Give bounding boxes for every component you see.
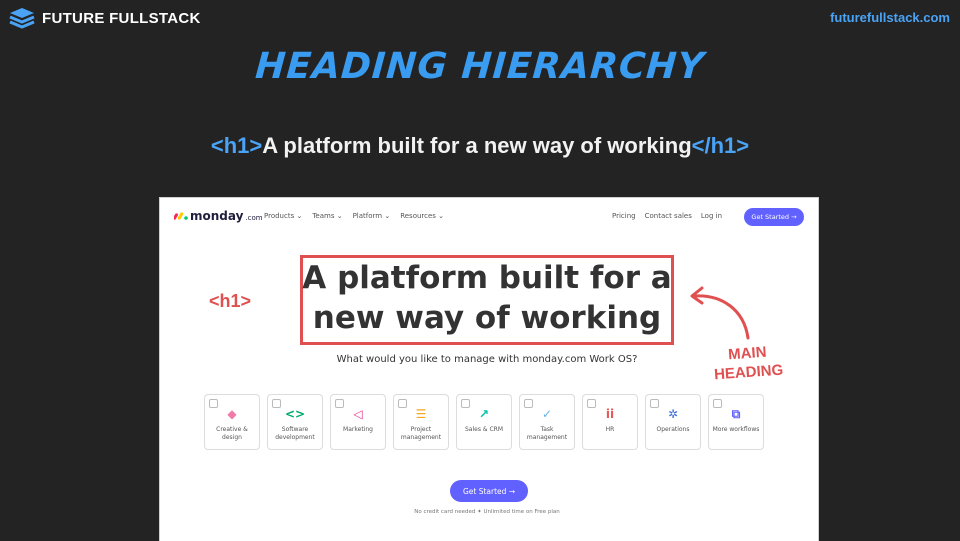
h1-code-example: <h1>A platform built for a new way of wo… bbox=[0, 133, 960, 159]
card-label: Project management bbox=[400, 426, 442, 441]
card-label: More workflows bbox=[712, 426, 760, 433]
nav-link-contact-sales[interactable]: Contact sales bbox=[645, 212, 692, 220]
h1-annotation-label: <h1> bbox=[209, 291, 252, 311]
get-started-button[interactable]: Get Started → bbox=[450, 480, 528, 502]
site-url[interactable]: futurefullstack.com bbox=[830, 10, 950, 25]
code-icon: <> bbox=[284, 407, 306, 421]
hero-heading-line1: A platform built for a bbox=[302, 260, 672, 296]
card-label: HR bbox=[605, 426, 615, 433]
hero-subtitle: What would you like to manage with monda… bbox=[336, 354, 638, 365]
nav-link-log-in[interactable]: Log in bbox=[701, 212, 722, 220]
monday-logo[interactable]: monday .com bbox=[174, 209, 263, 223]
nav-get-started-button[interactable]: Get Started → bbox=[744, 208, 804, 226]
people-icon: ii bbox=[605, 407, 615, 421]
brand-logo: FUTURE FULLSTACK bbox=[8, 6, 201, 30]
nav-item-resources[interactable]: Resources ⌄ bbox=[400, 212, 444, 220]
shapes-icon: ◆ bbox=[227, 407, 237, 421]
stack-icon: ⧉ bbox=[731, 407, 741, 421]
stack-layers-icon bbox=[9, 8, 35, 29]
card-software-development[interactable]: <> Software development bbox=[267, 394, 323, 450]
logo-suffix: .com bbox=[245, 214, 263, 222]
nav-menu: Products ⌄ Teams ⌄ Platform ⌄ Resources … bbox=[264, 212, 444, 220]
h1-open-tag: <h1> bbox=[210, 133, 263, 158]
list-icon: ☰ bbox=[415, 407, 427, 421]
card-creative-design[interactable]: ◆ Creative & design bbox=[204, 394, 260, 450]
h1-example-text: A platform built for a new way of workin… bbox=[262, 133, 692, 158]
curved-arrow-icon bbox=[690, 286, 750, 340]
nav-right-links: Pricing Contact sales Log in bbox=[612, 212, 722, 220]
nav-link-pricing[interactable]: Pricing bbox=[612, 212, 636, 220]
h1-close-tag: </h1> bbox=[691, 133, 750, 158]
signup-footnote: No credit card needed ✦ Unlimited time o… bbox=[414, 509, 560, 515]
monday-logo-icon bbox=[174, 212, 188, 220]
card-task-management[interactable]: ✓ Task management bbox=[519, 394, 575, 450]
slide-title: HEADING HIERARCHY bbox=[254, 46, 706, 87]
card-sales-crm[interactable]: ↗ Sales & CRM bbox=[456, 394, 512, 450]
main-heading-annotation: MAIN HEADING bbox=[699, 341, 797, 386]
megaphone-icon: ◁ bbox=[353, 407, 363, 421]
hero-heading-line2: new way of working bbox=[312, 300, 662, 336]
brand-name: FUTURE FULLSTACK bbox=[42, 9, 201, 27]
check-icon: ✓ bbox=[541, 407, 553, 421]
card-label: Sales & CRM bbox=[465, 426, 503, 433]
logo-word: monday bbox=[190, 209, 244, 223]
gears-icon: ✲ bbox=[667, 407, 679, 421]
card-project-management[interactable]: ☰ Project management bbox=[393, 394, 449, 450]
website-screenshot: monday .com Products ⌄ Teams ⌄ Platform … bbox=[159, 197, 819, 541]
card-label: Task management bbox=[526, 426, 568, 441]
card-label: Software development bbox=[275, 426, 315, 441]
hero-heading: A platform built for a new way of workin… bbox=[300, 258, 674, 338]
site-navbar: monday .com Products ⌄ Teams ⌄ Platform … bbox=[160, 198, 818, 236]
card-more-workflows[interactable]: ⧉ More workflows bbox=[708, 394, 764, 450]
card-label: Operations bbox=[656, 426, 690, 433]
card-marketing[interactable]: ◁ Marketing bbox=[330, 394, 386, 450]
card-hr[interactable]: ii HR bbox=[582, 394, 638, 450]
workflow-cards: ◆ Creative & design <> Software developmen… bbox=[204, 394, 764, 450]
nav-item-teams[interactable]: Teams ⌄ bbox=[312, 212, 342, 220]
card-label: Marketing bbox=[343, 426, 373, 433]
trend-up-icon: ↗ bbox=[478, 407, 490, 421]
nav-item-platform[interactable]: Platform ⌄ bbox=[353, 212, 391, 220]
card-operations[interactable]: ✲ Operations bbox=[645, 394, 701, 450]
card-label: Creative & design bbox=[216, 426, 248, 441]
nav-item-products[interactable]: Products ⌄ bbox=[264, 212, 302, 220]
